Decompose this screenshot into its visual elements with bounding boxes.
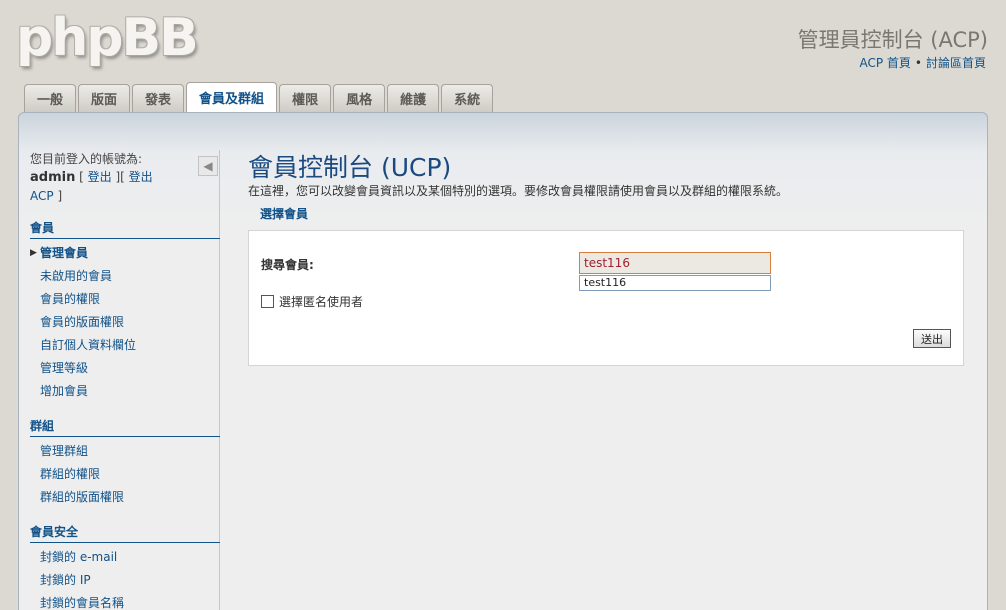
- main-tabs: 一般 版面 發表 會員及群組 權限 風格 維護 系統: [24, 82, 494, 112]
- tab-maintenance[interactable]: 維護: [387, 84, 440, 112]
- autocomplete-suggestion[interactable]: test116: [579, 275, 771, 291]
- fieldset-legend: 選擇會員: [260, 207, 309, 221]
- tab-general[interactable]: 一般: [24, 84, 77, 112]
- menu-item-label: 管理會員: [40, 246, 89, 260]
- menu-item-manage-groups[interactable]: 管理群組: [30, 440, 219, 463]
- logout-link[interactable]: 登出: [88, 170, 112, 184]
- find-user-label: 搜尋會員:: [261, 258, 314, 272]
- tab-forums[interactable]: 版面: [78, 84, 131, 112]
- menu-item-group-forum-permissions[interactable]: 群組的版面權限: [30, 486, 219, 509]
- acp-home-link[interactable]: ACP 首頁: [859, 56, 910, 70]
- bullet-separator: •: [914, 56, 922, 70]
- menu-item-group-permissions[interactable]: 群組的權限: [30, 463, 219, 486]
- menu-item-user-forum-permissions[interactable]: 會員的版面權限: [30, 311, 219, 334]
- menu-item-ban-username[interactable]: 封鎖的會員名稱: [30, 592, 219, 610]
- anonymous-checkbox[interactable]: [261, 295, 274, 308]
- collapse-menu-button[interactable]: ◀: [198, 156, 218, 176]
- forum-home-link[interactable]: 討論區首頁: [926, 56, 986, 70]
- tab-users-groups[interactable]: 會員及群組: [186, 82, 278, 112]
- main-content: 會員控制台 (UCP) 在這裡，您可以改變會員資訊以及某個特別的選項。要修改會員…: [248, 150, 964, 366]
- tab-posting[interactable]: 發表: [132, 84, 185, 112]
- menu-list-groups: 管理群組 群組的權限 群組的版面權限: [30, 440, 219, 509]
- menu-item-inactive-users[interactable]: 未啟用的會員: [30, 265, 219, 288]
- menu-head-security: 會員安全: [30, 523, 220, 543]
- menu-item-user-permissions[interactable]: 會員的權限: [30, 288, 219, 311]
- menu-item-add-user[interactable]: 增加會員: [30, 380, 219, 403]
- phpbb-logo: phpBB: [16, 8, 199, 68]
- menu-head-users: 會員: [30, 219, 220, 239]
- menu-item-ban-ip[interactable]: 封鎖的 IP: [30, 569, 219, 592]
- tab-styles[interactable]: 風格: [333, 84, 386, 112]
- acp-title: 管理員控制台 (ACP): [797, 28, 988, 52]
- anonymous-row[interactable]: 選擇匿名使用者: [261, 293, 363, 310]
- menu-item-ban-email[interactable]: 封鎖的 e-mail: [30, 546, 219, 569]
- anonymous-label: 選擇匿名使用者: [279, 295, 364, 309]
- left-arrow-icon: ◀: [203, 159, 213, 173]
- menu-item-manage-ranks[interactable]: 管理等級: [30, 357, 219, 380]
- username: admin: [30, 170, 76, 185]
- menu-list-security: 封鎖的 e-mail 封鎖的 IP 封鎖的會員名稱: [30, 546, 219, 610]
- header-links: ACP 首頁 • 討論區首頁: [859, 54, 986, 71]
- submit-button[interactable]: 送出: [913, 329, 951, 348]
- select-user-fieldset: 搜尋會員: test116 選擇匿名使用者 送出: [248, 230, 964, 366]
- menu-list-users: ▶ 管理會員 未啟用的會員 會員的權限 會員的版面權限 自訂個人資料欄位 管理等級…: [30, 242, 219, 403]
- menu-item-custom-profile-fields[interactable]: 自訂個人資料欄位: [30, 334, 219, 357]
- tab-permissions[interactable]: 權限: [279, 84, 332, 112]
- login-info: 您目前登入的帳號為: admin [ 登出 ][ 登出 ACP ]: [30, 152, 153, 203]
- menu-item-manage-users[interactable]: ▶ 管理會員: [30, 242, 219, 265]
- page-title: 會員控制台 (UCP): [248, 153, 452, 182]
- page-description: 在這裡，您可以改變會員資訊以及某個特別的選項。要修改會員權限請使用會員以及群組的…: [248, 184, 789, 198]
- login-prefix: 您目前登入的帳號為:: [30, 152, 143, 166]
- username-input[interactable]: [579, 252, 771, 274]
- sidebar: 您目前登入的帳號為: admin [ 登出 ][ 登出 ACP ] ◀ 會員 ▶…: [30, 150, 220, 610]
- menu-head-groups: 群組: [30, 417, 220, 437]
- chevron-right-icon: ▶: [30, 248, 37, 258]
- tab-system[interactable]: 系統: [441, 84, 494, 112]
